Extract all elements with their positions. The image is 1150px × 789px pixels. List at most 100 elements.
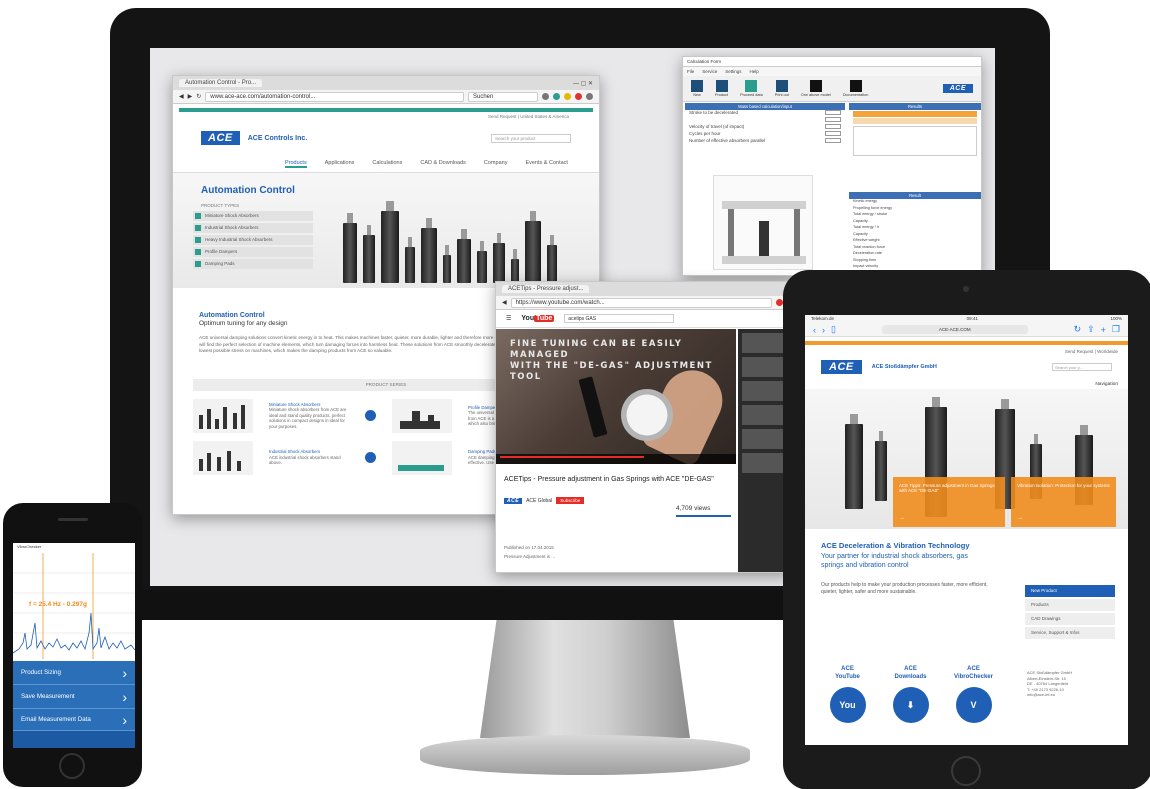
menu-item-service[interactable]: Service — [702, 67, 717, 76]
site-top-links[interactable]: Send Request | United States & America — [173, 112, 599, 119]
menu-product-sizing[interactable]: Product Sizing — [13, 661, 135, 685]
toolbar-icon[interactable] — [553, 93, 560, 100]
back-icon[interactable]: ◀ — [179, 93, 184, 100]
forward-icon[interactable]: › — [822, 325, 825, 335]
url-input[interactable]: https://www.youtube.com/watch... — [510, 297, 772, 308]
subscribe-button[interactable]: Subscribe — [556, 497, 585, 504]
menu-item-help[interactable]: Help — [750, 67, 759, 76]
product-thumb[interactable] — [193, 440, 253, 475]
home-button[interactable] — [951, 756, 981, 786]
bookmarks-icon[interactable]: ▯ — [831, 324, 836, 335]
nav-products[interactable]: Products — [285, 160, 307, 168]
back-icon[interactable]: ‹ — [813, 325, 816, 335]
menu-item-file[interactable]: File — [687, 67, 694, 76]
nav-cad-downloads[interactable]: CAD & Downloads — [420, 160, 466, 168]
share-icon[interactable]: ⇪ — [1087, 324, 1095, 335]
form-input[interactable] — [825, 124, 841, 129]
nav-calculations[interactable]: Calculations — [372, 160, 402, 168]
related-video-thumb[interactable] — [742, 453, 786, 473]
related-video-thumb[interactable] — [742, 405, 786, 425]
site-top-links[interactable]: Send Request | Worldwide — [805, 345, 1128, 358]
tool-docs-button[interactable]: Documentation — [843, 80, 868, 97]
tab-bar: ACETips - Pressure adjust... — [496, 282, 789, 296]
address-bar[interactable]: ACE-ACE.COM — [881, 325, 1028, 334]
toolbar-icon[interactable] — [542, 93, 549, 100]
product-thumb[interactable] — [193, 398, 253, 433]
related-video-thumb[interactable] — [742, 357, 786, 377]
reload-icon[interactable]: ↻ — [1074, 324, 1082, 335]
window-controls[interactable]: — ▢ ✕ — [573, 80, 593, 87]
degas-tool-image — [621, 389, 673, 441]
hero-teaser[interactable]: ACE Tipps: Pressure adjustment in Gas Sp… — [893, 477, 1005, 527]
form-input[interactable] — [825, 117, 841, 122]
hero-teaser[interactable]: Vibration Isolation: Protection for your… — [1011, 477, 1116, 527]
site-search-input[interactable]: Search your p... — [1052, 363, 1112, 371]
channel-name[interactable]: ACE Global — [526, 498, 552, 504]
menu-new-product[interactable]: New Product — [1025, 585, 1115, 597]
form-input[interactable] — [825, 110, 841, 115]
ace-logo[interactable]: ACE — [201, 131, 240, 145]
related-video-thumb[interactable] — [742, 333, 786, 353]
youtube-link[interactable]: ACE YouTube You — [825, 665, 870, 723]
tool-proceed-button[interactable]: Proceed data — [740, 80, 763, 97]
series-nav-dot[interactable] — [365, 452, 376, 463]
product-type-item[interactable]: Miniature Shock Absorbers — [193, 211, 313, 221]
url-input[interactable]: www.ace-ace.com/automation-control... — [205, 91, 464, 102]
selected-result-highlight[interactable] — [853, 111, 977, 117]
product-series-text: Industrial Shock Absorbers ACE industrial… — [269, 449, 349, 466]
menu-email-measurement[interactable]: Email Measurement Data — [13, 709, 135, 731]
vibrochecker-link[interactable]: ACE VibroChecker V — [951, 665, 996, 723]
channel-avatar[interactable]: ACE — [504, 497, 523, 504]
navigation-label[interactable]: Navigation — [805, 376, 1128, 389]
menu-item-settings[interactable]: Settings — [725, 67, 741, 76]
nav-events-contact[interactable]: Events & Contact — [525, 160, 568, 168]
youtube-search-input[interactable]: acetips GAS — [564, 314, 675, 323]
tool-print-button[interactable]: Print out — [775, 80, 789, 97]
video-player[interactable]: FINE TUNING CAN BE EASILY MANAGED WITH T… — [496, 329, 736, 464]
tabs-icon[interactable]: ❐ — [1112, 324, 1120, 335]
browser-search-input[interactable]: Suchen — [468, 91, 538, 102]
player-controls[interactable] — [496, 454, 736, 464]
forward-icon[interactable]: ▶ — [188, 93, 193, 100]
home-button[interactable] — [59, 753, 85, 779]
product-type-item[interactable]: Profile Dampers — [193, 247, 313, 257]
related-video-thumb[interactable] — [742, 429, 786, 449]
hero-banner: Automation Control PRODUCT TYPES Miniatu… — [173, 173, 599, 288]
ace-logo[interactable]: ACE — [821, 360, 862, 374]
progress-bar[interactable] — [500, 456, 644, 458]
form-input[interactable] — [825, 131, 841, 136]
related-video-thumb[interactable] — [742, 381, 786, 401]
hamburger-icon[interactable]: ☰ — [506, 315, 511, 322]
refresh-icon[interactable]: ↻ — [196, 93, 201, 100]
toolbar-icon[interactable] — [564, 93, 571, 100]
menu-cad-drawings[interactable]: CAD Drawings — [1025, 613, 1115, 625]
product-thumb[interactable] — [392, 440, 452, 475]
downloads-link[interactable]: ACE Downloads ⬇ — [888, 665, 933, 723]
product-icon — [715, 80, 728, 92]
site-header: ACE ACE Controls Inc. Search your produc… — [173, 119, 599, 157]
toolbar-icon[interactable] — [575, 93, 582, 100]
product-thumb[interactable] — [392, 398, 452, 433]
tool-model-button[interactable]: One above model — [801, 80, 831, 97]
vibration-spectrum-graph[interactable]: f = 25.4 Hz - 0.297g — [13, 553, 135, 659]
product-type-item[interactable]: Industrial Shock Absorbers — [193, 223, 313, 233]
product-type-item[interactable]: Heavy Industrial Shock Absorbers — [193, 235, 313, 245]
browser-tab[interactable]: Automation Control - Pro... — [179, 79, 263, 87]
menu-service-support[interactable]: Service, Support & Infos — [1025, 627, 1115, 639]
form-input[interactable] — [825, 138, 841, 143]
site-search-input[interactable]: Search your product — [491, 133, 571, 143]
nav-company[interactable]: Company — [484, 160, 508, 168]
menu-products[interactable]: Products — [1025, 599, 1115, 611]
new-tab-icon[interactable]: + — [1101, 325, 1106, 335]
back-icon[interactable]: ◀ — [502, 299, 507, 306]
nav-applications[interactable]: Applications — [325, 160, 355, 168]
browser-tab[interactable]: ACETips - Pressure adjust... — [502, 285, 590, 293]
menu-icon[interactable] — [586, 93, 593, 100]
menu-save-measurement[interactable]: Save Measurement — [13, 685, 135, 709]
tool-new-button[interactable]: New — [691, 80, 703, 97]
product-type-item[interactable]: Damping Pads — [193, 259, 313, 269]
tool-product-button[interactable]: Product — [715, 80, 728, 97]
youtube-logo[interactable]: You Tube — [521, 315, 555, 322]
series-nav-dot[interactable] — [365, 410, 376, 421]
toolbar-icon[interactable] — [776, 299, 783, 306]
